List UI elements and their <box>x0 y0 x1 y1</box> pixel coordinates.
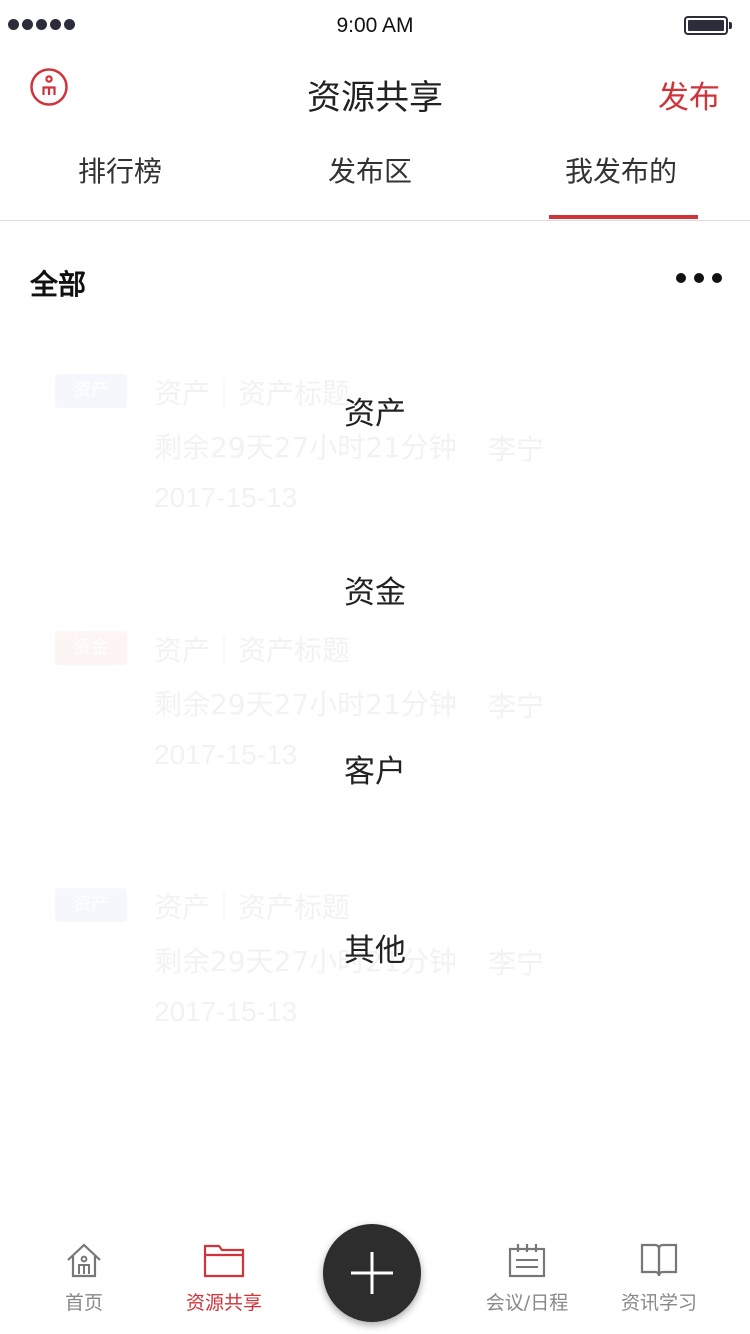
item-person: 李宁 <box>488 690 545 723</box>
category-tag: 资产 <box>55 888 127 922</box>
status-time: 9:00 AM <box>336 14 414 37</box>
tab-bar: 排行榜 发布区 我发布的 <box>0 130 750 221</box>
tabbar-news-learning[interactable]: 资讯学习 <box>594 1240 724 1315</box>
item-person: 李宁 <box>488 433 545 466</box>
page-title: 资源共享 <box>307 78 443 118</box>
calendar-icon <box>508 1244 546 1278</box>
battery-icon <box>684 16 732 35</box>
tabbar-resource-share[interactable]: 资源共享 <box>159 1240 289 1315</box>
tab-my-published[interactable]: 我发布的 <box>496 150 746 190</box>
plus-icon <box>351 1252 393 1294</box>
dropdown-option-other[interactable]: 其他 <box>0 925 750 970</box>
app-screen: 9:00 AM 资源共享 发布 排行榜 发布区 我发布的 全部 资产 资产｜资产… <box>0 0 750 1334</box>
tabbar-meeting-schedule-label: 会议/日程 <box>485 1292 569 1314</box>
book-icon <box>640 1243 678 1277</box>
tab-publish-area[interactable]: 发布区 <box>245 150 495 190</box>
tabbar-home[interactable]: 首页 <box>19 1240 149 1315</box>
add-button[interactable] <box>323 1224 421 1322</box>
tabbar-resource-share-label: 资源共享 <box>185 1292 262 1314</box>
tabbar-meeting-schedule[interactable]: 会议/日程 <box>462 1240 592 1315</box>
item-date: 2017-15-13 <box>154 482 298 513</box>
dropdown-option-clients[interactable]: 客户 <box>0 746 750 791</box>
tab-ranking[interactable]: 排行榜 <box>0 150 245 190</box>
tabbar-news-learning-label: 资讯学习 <box>620 1292 697 1314</box>
dropdown-option-assets[interactable]: 资产 <box>0 388 750 433</box>
item-date: 2017-15-13 <box>154 996 298 1027</box>
tabbar-home-label: 首页 <box>64 1292 103 1314</box>
nav-bar: 资源共享 发布 <box>0 54 750 130</box>
category-tag: 资金 <box>55 631 127 665</box>
publish-button[interactable]: 发布 <box>658 72 720 117</box>
list-item[interactable]: 资产 资产｜资产标题 剩余29天27小时21分钟 李宁 2017-15-13 <box>0 874 750 1074</box>
item-title: 资产｜资产标题 <box>154 891 351 924</box>
filter-all-dropdown[interactable]: 全部 <box>30 263 86 303</box>
active-tab-indicator <box>549 215 698 219</box>
status-bar: 9:00 AM <box>0 0 750 54</box>
dropdown-option-funds[interactable]: 资金 <box>0 567 750 612</box>
item-title: 资产｜资产标题 <box>154 634 351 667</box>
folder-icon <box>203 1244 245 1278</box>
item-remaining-time: 剩余29天27小时21分钟 <box>154 688 457 721</box>
more-options-icon[interactable] <box>676 268 722 288</box>
home-icon <box>67 1243 101 1278</box>
